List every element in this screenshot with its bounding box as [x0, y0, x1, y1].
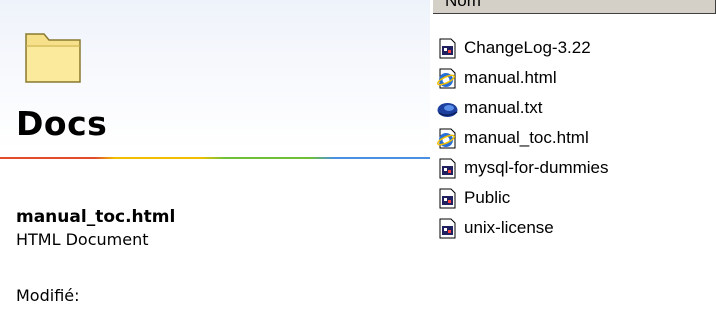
file-item-manual-toc-html[interactable]: manual_toc.html — [437, 123, 716, 153]
file-item-manual-html[interactable]: manual.html — [437, 63, 716, 93]
explorer-window: Docs manual_toc.html HTML Document Modif… — [0, 0, 716, 311]
selected-file-type: HTML Document — [16, 230, 149, 249]
generic-file-icon — [439, 158, 456, 178]
selected-file-modified-label: Modifié: — [16, 286, 80, 305]
file-item-label: mysql-for-dummies — [464, 158, 609, 177]
folder-icon — [25, 33, 81, 83]
file-item-changelog[interactable]: ChangeLog-3.22 — [437, 33, 716, 63]
file-item-label: ChangeLog-3.22 — [464, 38, 591, 57]
ie-document-icon — [437, 68, 456, 88]
file-item-public[interactable]: Public — [437, 183, 716, 213]
file-list: ChangeLog-3.22 manual.html manual.txt ma… — [437, 33, 716, 243]
file-item-label: manual_toc.html — [464, 128, 589, 147]
file-item-unix-license[interactable]: unix-license — [437, 213, 716, 243]
file-item-label: Public — [464, 188, 511, 207]
column-header-name[interactable]: Nom — [433, 0, 716, 14]
file-item-label: manual.html — [464, 68, 557, 87]
netscape-document-icon — [437, 102, 458, 117]
column-header-label: Nom — [445, 0, 481, 10]
file-item-mysql-for-dummies[interactable]: mysql-for-dummies — [437, 153, 716, 183]
folder-title: Docs — [16, 104, 108, 143]
generic-file-icon — [439, 188, 456, 208]
file-item-manual-txt[interactable]: manual.txt — [437, 93, 716, 123]
folder-info-pane: Docs manual_toc.html HTML Document Modif… — [0, 0, 430, 311]
file-item-label: manual.txt — [464, 98, 543, 117]
file-item-label: unix-license — [464, 218, 554, 237]
generic-file-icon — [439, 38, 456, 58]
generic-file-icon — [439, 218, 456, 238]
ie-document-icon — [437, 128, 456, 148]
rainbow-divider — [0, 157, 430, 159]
selected-file-name: manual_toc.html — [16, 207, 176, 227]
